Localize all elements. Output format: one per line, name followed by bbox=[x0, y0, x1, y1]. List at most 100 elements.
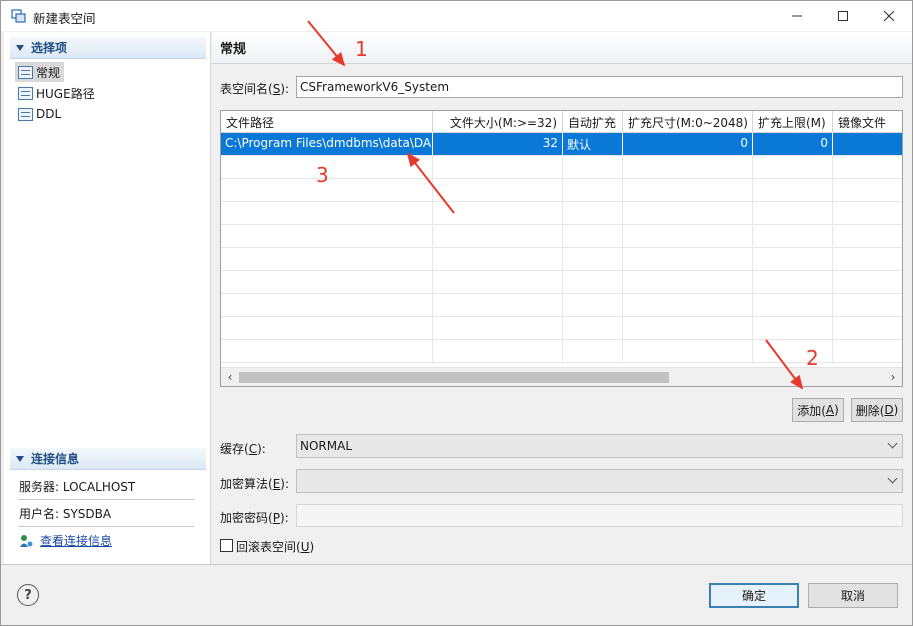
annotation-marker-1: 1 bbox=[355, 37, 368, 61]
grid-line bbox=[432, 317, 433, 340]
empty-table-row bbox=[221, 248, 902, 271]
ok-button[interactable]: 确定 bbox=[709, 583, 799, 608]
column-header-mirror-file[interactable]: 镜像文件 bbox=[833, 111, 902, 133]
datafile-table: 文件路径 文件大小(M:>=32) 自动扩充 扩充尺寸(M:0~2048) 扩充… bbox=[220, 110, 903, 387]
grid-line bbox=[832, 248, 833, 271]
grid-line bbox=[752, 294, 753, 317]
column-header-file-size[interactable]: 文件大小(M:>=32) bbox=[433, 111, 563, 133]
grid-line bbox=[432, 156, 433, 179]
grid-line bbox=[562, 294, 563, 317]
cell-file-size[interactable]: 32 bbox=[433, 133, 563, 155]
server-info: 服务器: LOCALHOST bbox=[18, 474, 194, 500]
grid-line bbox=[562, 271, 563, 294]
grid-line bbox=[562, 156, 563, 179]
table-row[interactable]: C:\Program Files\dmdbms\data\DA 32 默认 0 … bbox=[221, 133, 902, 156]
close-icon bbox=[883, 10, 895, 22]
grid-line bbox=[752, 340, 753, 363]
maximize-icon bbox=[838, 11, 848, 21]
grid-line bbox=[752, 225, 753, 248]
cache-label: 缓存(C): bbox=[220, 442, 266, 456]
empty-table-row bbox=[221, 294, 902, 317]
annotation-marker-2: 2 bbox=[806, 346, 819, 370]
grid-line bbox=[432, 179, 433, 202]
sidebar-item-general[interactable]: 常规 bbox=[15, 62, 65, 82]
grid-line bbox=[622, 225, 623, 248]
scrollbar-thumb[interactable] bbox=[239, 372, 669, 383]
cancel-button[interactable]: 取消 bbox=[808, 583, 898, 608]
connection-section-header[interactable]: 连接信息 bbox=[10, 448, 206, 470]
rollback-tablespace-label[interactable]: 回滚表空间(U) bbox=[236, 538, 314, 555]
sidebar-item-label: 常规 bbox=[36, 65, 61, 80]
title-bar: 新建表空间 bbox=[1, 1, 912, 31]
maximize-button[interactable] bbox=[820, 1, 866, 31]
options-section-header[interactable]: 选择项 bbox=[10, 37, 206, 59]
grid-line bbox=[622, 179, 623, 202]
table-icon bbox=[18, 86, 33, 100]
help-icon[interactable]: ? bbox=[17, 584, 39, 606]
empty-table-row bbox=[221, 202, 902, 225]
minimize-icon bbox=[792, 15, 802, 17]
rollback-tablespace-checkbox[interactable] bbox=[220, 539, 233, 552]
add-button[interactable]: 添加(A) bbox=[792, 398, 844, 422]
scroll-left-icon[interactable]: ‹ bbox=[223, 370, 237, 384]
grid-line bbox=[562, 225, 563, 248]
column-header-file-path[interactable]: 文件路径 bbox=[221, 111, 433, 133]
empty-table-row bbox=[221, 225, 902, 248]
options-section-title: 选择项 bbox=[31, 41, 68, 55]
sidebar-item-label: DDL bbox=[36, 107, 62, 121]
sidebar-item-label: HUGE路径 bbox=[36, 86, 95, 101]
grid-line bbox=[622, 156, 623, 179]
table-header: 文件路径 文件大小(M:>=32) 自动扩充 扩充尺寸(M:0~2048) 扩充… bbox=[221, 111, 902, 133]
minimize-button[interactable] bbox=[774, 1, 820, 31]
annotation-marker-3: 3 bbox=[316, 163, 329, 187]
cell-file-path[interactable]: C:\Program Files\dmdbms\data\DA bbox=[221, 133, 433, 155]
view-connection-link[interactable]: 查看连接信息 bbox=[40, 532, 112, 549]
grid-line bbox=[752, 179, 753, 202]
grid-line bbox=[432, 202, 433, 225]
grid-line bbox=[622, 271, 623, 294]
tablespace-name-label: 表空间名(S): bbox=[220, 82, 290, 96]
collapse-triangle-icon bbox=[16, 44, 24, 51]
encrypt-password-label: 加密密码(P): bbox=[220, 511, 289, 525]
grid-line bbox=[832, 294, 833, 317]
encrypt-algorithm-select[interactable] bbox=[296, 469, 903, 493]
right-panel: 常规 表空间名(S): CSFrameworkV6_System 文件路径 文件… bbox=[212, 32, 912, 564]
close-button[interactable] bbox=[866, 1, 912, 31]
column-header-extend-size[interactable]: 扩充尺寸(M:0~2048) bbox=[623, 111, 753, 133]
grid-line bbox=[562, 179, 563, 202]
horizontal-scrollbar[interactable]: ‹ › bbox=[221, 367, 902, 386]
grid-line bbox=[622, 294, 623, 317]
grid-line bbox=[752, 248, 753, 271]
grid-line bbox=[832, 340, 833, 363]
grid-line bbox=[832, 271, 833, 294]
sidebar-item-huge-path[interactable]: HUGE路径 bbox=[15, 83, 99, 103]
cell-mirror-file[interactable] bbox=[833, 133, 902, 155]
chevron-down-icon bbox=[887, 473, 898, 484]
grid-line bbox=[432, 340, 433, 363]
grid-line bbox=[432, 271, 433, 294]
grid-line bbox=[432, 294, 433, 317]
sidebar-item-ddl[interactable]: DDL bbox=[15, 104, 65, 124]
grid-line bbox=[832, 156, 833, 179]
grid-line bbox=[832, 179, 833, 202]
cell-extend-size[interactable]: 0 bbox=[623, 133, 753, 155]
delete-button[interactable]: 删除(D) bbox=[851, 398, 903, 422]
grid-line bbox=[752, 202, 753, 225]
column-header-max-size[interactable]: 扩充上限(M) bbox=[753, 111, 833, 133]
grid-line bbox=[622, 317, 623, 340]
collapse-triangle-icon bbox=[16, 455, 24, 462]
view-connection-info[interactable]: 查看连接信息 bbox=[18, 532, 112, 549]
cell-max-size[interactable]: 0 bbox=[753, 133, 833, 155]
grid-line bbox=[562, 202, 563, 225]
column-header-auto-extend[interactable]: 自动扩充 bbox=[563, 111, 623, 133]
window-title: 新建表空间 bbox=[33, 11, 96, 26]
cell-auto-extend[interactable]: 默认 bbox=[563, 133, 623, 155]
grid-line bbox=[622, 248, 623, 271]
page-title: 常规 bbox=[212, 32, 912, 64]
tablespace-name-input[interactable]: CSFrameworkV6_System bbox=[296, 76, 903, 98]
scroll-right-icon[interactable]: › bbox=[886, 370, 900, 384]
app-icon bbox=[11, 9, 26, 23]
cache-select[interactable]: NORMAL bbox=[296, 434, 903, 458]
grid-line bbox=[562, 317, 563, 340]
grid-line bbox=[622, 202, 623, 225]
